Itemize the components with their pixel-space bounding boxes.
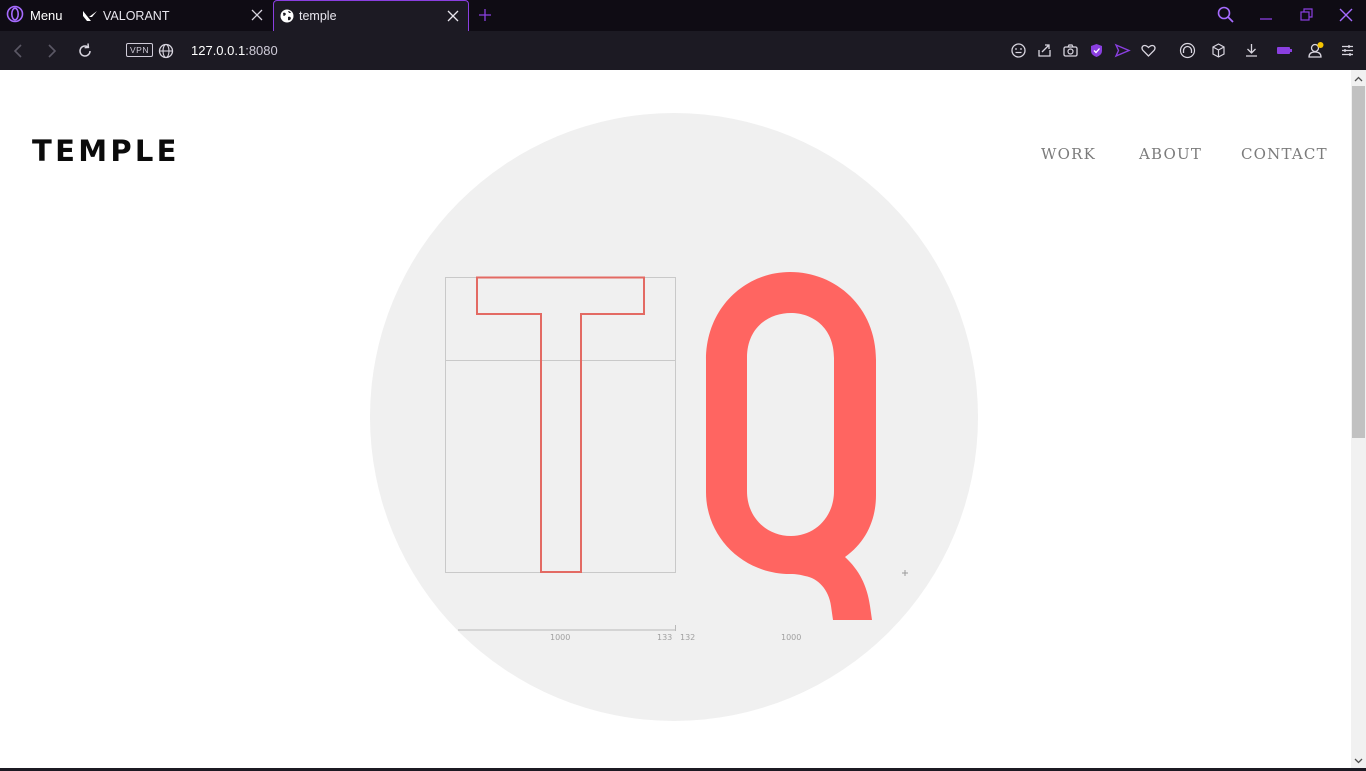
camera-icon[interactable] xyxy=(1062,42,1079,59)
opera-menu-button[interactable]: Menu xyxy=(6,0,63,31)
battery-saver-icon[interactable] xyxy=(1276,42,1293,59)
tab-title: VALORANT xyxy=(103,8,170,23)
t-bounding-box xyxy=(445,277,676,573)
share-icon[interactable] xyxy=(1036,42,1053,59)
opera-logo-icon xyxy=(6,5,24,26)
new-tab-plus-icon[interactable] xyxy=(477,5,493,25)
close-tab-icon[interactable] xyxy=(250,8,264,22)
heart-icon[interactable] xyxy=(1140,42,1157,59)
site-info-globe-icon[interactable] xyxy=(156,41,176,61)
send-icon[interactable] xyxy=(1114,42,1131,59)
tab-strip: Menu VALORANT temple xyxy=(0,0,1366,31)
easy-setup-icon[interactable] xyxy=(1339,42,1356,59)
adblock-shield-icon[interactable] xyxy=(1088,42,1105,59)
hero-illustration xyxy=(445,272,908,631)
web-page: TEMPLE WORK ABOUT CONTACT 1000 133 132 1… xyxy=(0,70,1351,768)
close-window-icon[interactable] xyxy=(1336,5,1356,25)
forward-icon[interactable] xyxy=(41,41,61,61)
account-icon[interactable] xyxy=(1307,42,1324,59)
close-tab-icon[interactable] xyxy=(446,9,460,23)
measure-label: 132 xyxy=(680,633,696,642)
tab-title: temple xyxy=(299,9,337,23)
download-icon[interactable] xyxy=(1243,42,1260,59)
reload-icon[interactable] xyxy=(75,41,95,61)
search-tabs-icon[interactable] xyxy=(1216,5,1236,25)
valorant-icon xyxy=(82,9,98,23)
extensions-cube-icon[interactable] xyxy=(1210,42,1227,59)
menu-label: Menu xyxy=(30,8,63,23)
address-bar: VPN 127.0.0.1:8080 xyxy=(0,31,1366,70)
back-icon[interactable] xyxy=(9,41,29,61)
tab-valorant[interactable]: VALORANT xyxy=(76,0,272,31)
measure-label: 133 xyxy=(657,633,673,642)
measure-label: 1000 xyxy=(781,633,802,642)
crosshair-mark xyxy=(902,570,908,576)
globe-icon xyxy=(280,9,294,23)
scroll-down-arrow-icon[interactable] xyxy=(1353,753,1364,764)
scroll-up-arrow-icon[interactable] xyxy=(1353,72,1364,83)
url-field[interactable]: 127.0.0.1:8080 xyxy=(191,43,278,58)
tab-temple[interactable]: temple xyxy=(273,0,469,31)
measure-label: 1000 xyxy=(550,633,571,642)
emoji-icon[interactable] xyxy=(1010,42,1027,59)
vpn-badge[interactable]: VPN xyxy=(126,43,153,57)
url-port: :8080 xyxy=(245,43,278,58)
scrollbar-thumb[interactable] xyxy=(1352,86,1365,438)
restore-icon[interactable] xyxy=(1296,5,1316,25)
url-host: 127.0.0.1 xyxy=(191,43,246,58)
letter-t-outline xyxy=(476,276,645,573)
minimize-icon[interactable] xyxy=(1256,5,1276,25)
player-headphones-icon[interactable] xyxy=(1179,42,1196,59)
letter-q-filled xyxy=(706,272,876,620)
